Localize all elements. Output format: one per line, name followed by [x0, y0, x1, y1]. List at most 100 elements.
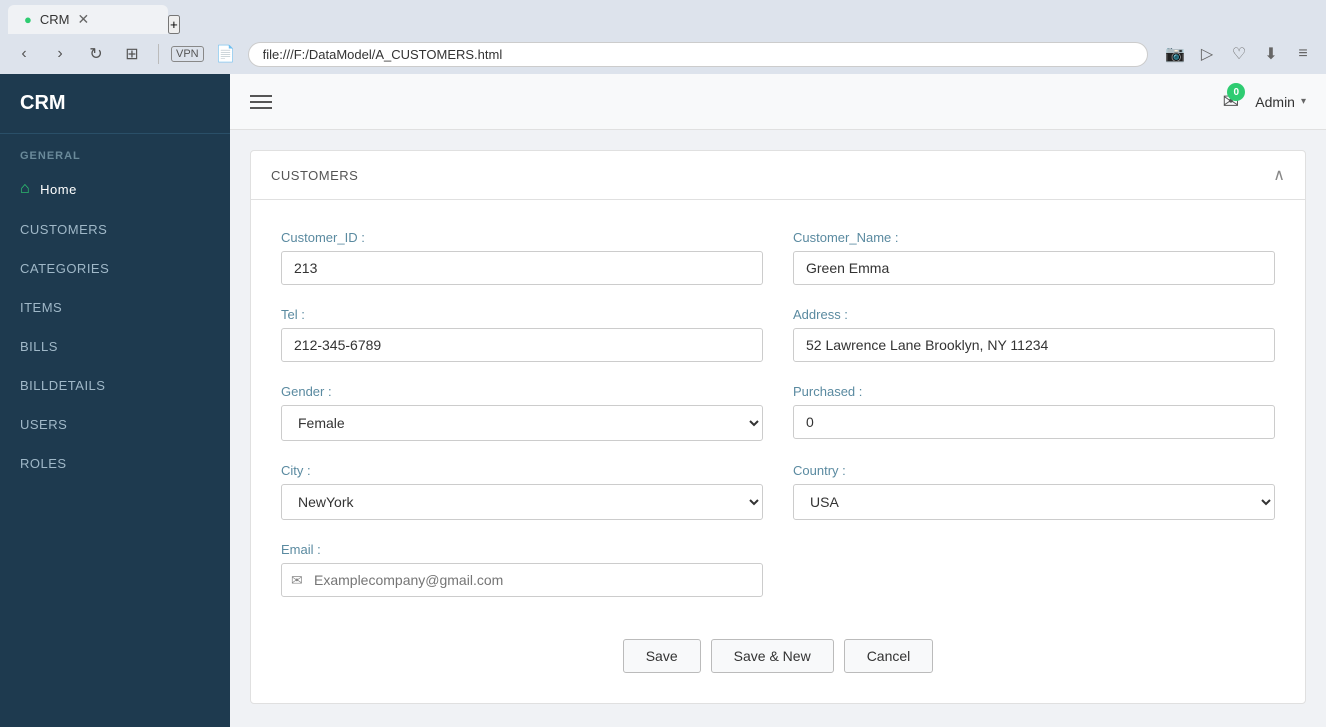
sidebar-item-items-label: ITEMS — [20, 300, 62, 315]
customer-id-group: Customer_ID : — [281, 230, 763, 285]
tel-label: Tel : — [281, 307, 763, 322]
reload-button[interactable]: ↻ — [82, 40, 110, 68]
topbar: ✉ 0 Admin ▾ — [230, 74, 1326, 130]
customer-name-label: Customer_Name : — [793, 230, 1275, 245]
main-content: CUSTOMERS ∧ Customer_ID : Customer_Name … — [230, 130, 1326, 727]
chevron-down-icon: ▾ — [1301, 96, 1306, 107]
browser-tab[interactable]: ● CRM ✕ — [8, 5, 168, 34]
address-group: Address : — [793, 307, 1275, 362]
browser-tabs: ● CRM ✕ + — [0, 0, 1326, 34]
sidebar-item-customers[interactable]: CUSTOMERS — [0, 210, 230, 249]
sidebar-item-bills[interactable]: BILLS — [0, 327, 230, 366]
reader-button[interactable]: 📄 — [212, 40, 240, 68]
vpn-badge[interactable]: VPN — [171, 46, 204, 62]
sidebar-item-categories-label: CATEGORIES — [20, 261, 109, 276]
form-row-3: Gender : Female Male Other Purchased : — [281, 384, 1275, 441]
form-card-header: CUSTOMERS ∧ — [251, 151, 1305, 200]
gender-label: Gender : — [281, 384, 763, 399]
email-input[interactable] — [281, 563, 763, 597]
empty-group — [793, 542, 1275, 597]
address-input[interactable] — [793, 328, 1275, 362]
form-row-4: City : NewYork Los Angeles Chicago Houst… — [281, 463, 1275, 520]
browser-controls: ‹ › ↻ ⊞ VPN 📄 📷 ▷ ♡ ⬇ ≡ — [0, 34, 1326, 74]
gender-select[interactable]: Female Male Other — [281, 405, 763, 441]
admin-label: Admin — [1255, 94, 1295, 110]
address-label: Address : — [793, 307, 1275, 322]
topbar-left — [250, 95, 272, 109]
collapse-button[interactable]: ∧ — [1273, 165, 1285, 185]
grid-button[interactable]: ⊞ — [118, 40, 146, 68]
city-label: City : — [281, 463, 763, 478]
email-input-wrapper: ✉ — [281, 563, 763, 597]
email-group: Email : ✉ — [281, 542, 763, 597]
admin-dropdown[interactable]: Admin ▾ — [1255, 94, 1306, 110]
country-select[interactable]: USA Canada UK Australia — [793, 484, 1275, 520]
sidebar-item-bills-label: BILLS — [20, 339, 58, 354]
form-row-2: Tel : Address : — [281, 307, 1275, 362]
form-row-1: Customer_ID : Customer_Name : — [281, 230, 1275, 285]
sidebar-item-users-label: USERS — [20, 417, 67, 432]
app-wrapper: CRM GENERAL ⌂ Home CUSTOMERS CATEGORIES … — [0, 74, 1326, 727]
heart-icon[interactable]: ♡ — [1226, 41, 1252, 67]
form-card-title: CUSTOMERS — [271, 168, 358, 183]
hamburger-line-1 — [250, 95, 272, 97]
sidebar-item-roles-label: ROLES — [20, 456, 67, 471]
form-row-5: Email : ✉ — [281, 542, 1275, 597]
camera-icon[interactable]: 📷 — [1162, 41, 1188, 67]
sidebar: CRM GENERAL ⌂ Home CUSTOMERS CATEGORIES … — [0, 74, 230, 727]
city-select[interactable]: NewYork Los Angeles Chicago Houston — [281, 484, 763, 520]
browser-chrome: ● CRM ✕ + ‹ › ↻ ⊞ VPN 📄 📷 ▷ ♡ ⬇ ≡ — [0, 0, 1326, 74]
hamburger-button[interactable] — [250, 95, 272, 109]
sidebar-item-items[interactable]: ITEMS — [0, 288, 230, 327]
email-label: Email : — [281, 542, 763, 557]
customer-id-input[interactable] — [281, 251, 763, 285]
play-icon[interactable]: ▷ — [1194, 41, 1220, 67]
tel-group: Tel : — [281, 307, 763, 362]
tab-title: CRM — [40, 12, 70, 27]
save-button[interactable]: Save — [623, 639, 701, 673]
sidebar-item-customers-label: CUSTOMERS — [20, 222, 107, 237]
cancel-button[interactable]: Cancel — [844, 639, 934, 673]
customer-name-group: Customer_Name : — [793, 230, 1275, 285]
sidebar-item-roles[interactable]: ROLES — [0, 444, 230, 483]
sidebar-item-home[interactable]: ⌂ Home — [0, 168, 230, 210]
home-icon: ⌂ — [20, 180, 30, 198]
download-icon[interactable]: ⬇ — [1258, 41, 1284, 67]
country-group: Country : USA Canada UK Australia — [793, 463, 1275, 520]
purchased-label: Purchased : — [793, 384, 1275, 399]
forward-button[interactable]: › — [46, 40, 74, 68]
hamburger-line-3 — [250, 107, 272, 109]
form-actions: Save Save & New Cancel — [281, 619, 1275, 683]
email-icon: ✉ — [291, 572, 303, 589]
hamburger-line-2 — [250, 101, 272, 103]
purchased-input[interactable] — [793, 405, 1275, 439]
menu-icon[interactable]: ≡ — [1290, 41, 1316, 67]
sidebar-item-users[interactable]: USERS — [0, 405, 230, 444]
save-new-button[interactable]: Save & New — [711, 639, 834, 673]
sidebar-item-billdetails-label: BILLDETAILS — [20, 378, 105, 393]
form-body: Customer_ID : Customer_Name : Tel : — [251, 200, 1305, 703]
gender-group: Gender : Female Male Other — [281, 384, 763, 441]
tel-input[interactable] — [281, 328, 763, 362]
country-label: Country : — [793, 463, 1275, 478]
customer-id-label: Customer_ID : — [281, 230, 763, 245]
form-card: CUSTOMERS ∧ Customer_ID : Customer_Name … — [250, 150, 1306, 704]
purchased-group: Purchased : — [793, 384, 1275, 441]
sidebar-item-home-label: Home — [40, 182, 77, 197]
divider — [158, 44, 159, 64]
notification-bell[interactable]: ✉ 0 — [1223, 89, 1240, 114]
city-group: City : NewYork Los Angeles Chicago Houst… — [281, 463, 763, 520]
sidebar-section-label: GENERAL — [0, 134, 230, 168]
customer-name-input[interactable] — [793, 251, 1275, 285]
back-button[interactable]: ‹ — [10, 40, 38, 68]
browser-actions: 📷 ▷ ♡ ⬇ ≡ — [1162, 41, 1316, 67]
tab-close-btn[interactable]: ✕ — [77, 11, 89, 28]
topbar-right: ✉ 0 Admin ▾ — [1223, 89, 1306, 114]
notification-badge: 0 — [1227, 83, 1245, 101]
sidebar-item-billdetails[interactable]: BILLDETAILS — [0, 366, 230, 405]
crm-favicon: ● — [24, 12, 32, 27]
new-tab-button[interactable]: + — [168, 15, 180, 34]
url-bar[interactable] — [248, 42, 1148, 67]
sidebar-item-categories[interactable]: CATEGORIES — [0, 249, 230, 288]
sidebar-logo: CRM — [0, 74, 230, 134]
